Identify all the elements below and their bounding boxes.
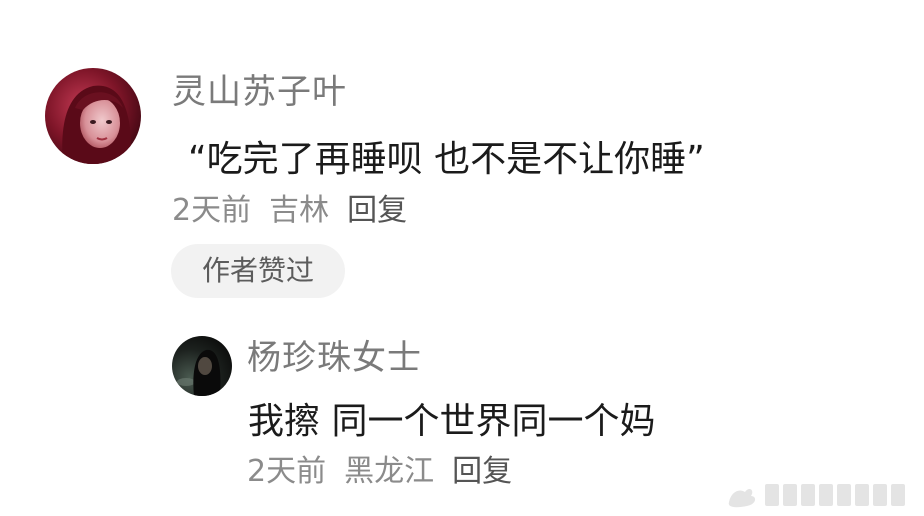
reply-comment-location: 黑龙江: [344, 454, 435, 489]
main-comment-time: 2天前: [172, 193, 252, 228]
reply-comment-reply-button[interactable]: 回复: [452, 454, 512, 490]
main-comment-location: 吉林: [269, 193, 330, 228]
main-comment-avatar[interactable]: [45, 68, 141, 164]
weibo-watermark-icon: [725, 478, 915, 510]
reply-comment-time: 2天前: [247, 454, 327, 489]
reply-comment-meta: 2天前 黑龙江 回复: [247, 454, 512, 490]
main-comment-meta: 2天前 吉林 回复: [172, 193, 407, 229]
main-comment-reply-button[interactable]: 回复: [347, 193, 407, 229]
reply-comment-username[interactable]: 杨珍珠女士: [247, 338, 422, 378]
reply-comment-avatar[interactable]: [172, 336, 232, 396]
author-liked-badge: 作者赞过: [171, 244, 345, 298]
main-comment-text: “吃完了再睡呗 也不是不让你睡”: [188, 139, 705, 180]
main-comment-username[interactable]: 灵山苏子叶: [172, 72, 347, 112]
reply-comment-text: 我擦 同一个世界同一个妈: [248, 401, 656, 442]
